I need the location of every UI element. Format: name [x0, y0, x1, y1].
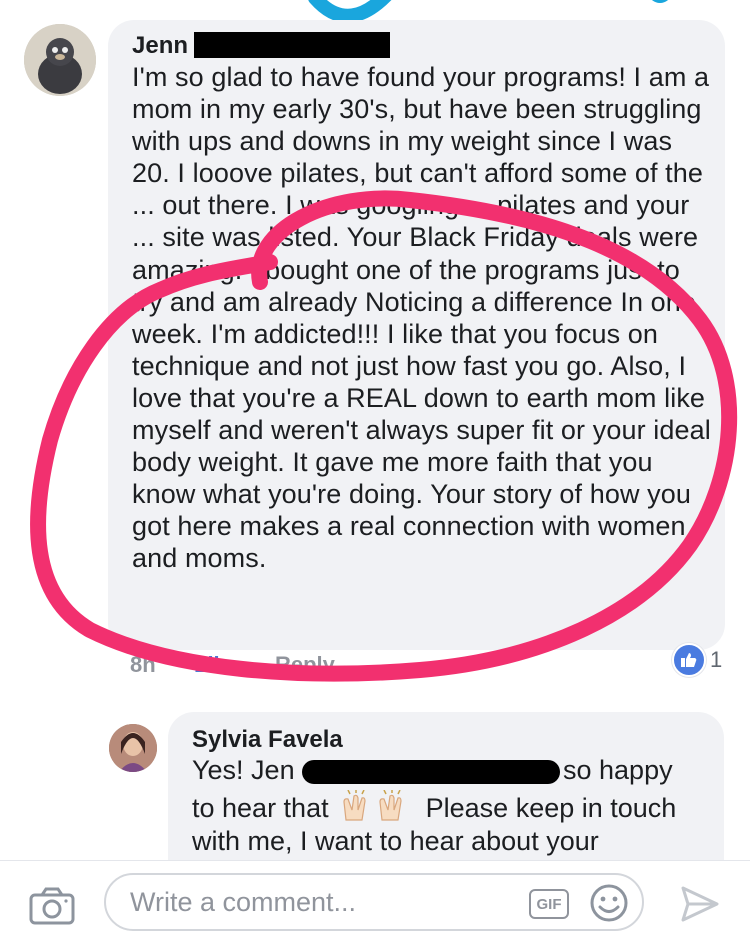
reply-line1-start: Yes! Jen [192, 755, 295, 785]
reply-line-3: with me, I want to hear about your [192, 824, 599, 858]
comment-bubble: Jenn I'm so glad to have found your prog… [108, 20, 725, 650]
reply-line1-end: so happy [563, 755, 673, 785]
reaction-count: 1 [710, 647, 723, 672]
gif-label: GIF [536, 895, 562, 913]
reply-button[interactable]: Reply [275, 652, 335, 678]
camera-icon[interactable] [28, 887, 76, 927]
top-decoration-right [652, 0, 668, 3]
reaction-summary[interactable]: 1 [672, 643, 722, 677]
avatar-image [24, 24, 96, 96]
comment-author[interactable]: Jenn [132, 32, 188, 60]
emoji-icon[interactable] [589, 883, 629, 923]
reply-line2-start: to hear that [192, 793, 329, 824]
avatar-image [109, 724, 157, 772]
reply-line2-end: Please keep in touch [425, 793, 677, 824]
gif-icon[interactable]: GIF [529, 889, 569, 919]
reply-author-avatar[interactable] [109, 724, 157, 772]
redacted-name [194, 32, 390, 58]
thumbs-up-icon [672, 643, 706, 677]
reply-line-1-end: so happy [563, 753, 673, 787]
reply-author[interactable]: Sylvia Favela [192, 726, 343, 754]
redacted-name [302, 760, 560, 784]
comment-composer: GIF [0, 860, 750, 938]
like-button[interactable]: Like [194, 652, 238, 678]
reply-line3: with me, I want to hear about your [192, 826, 599, 856]
comment-timestamp: 8h [130, 652, 156, 677]
comment-text: I'm so glad to have found your programs!… [132, 61, 712, 575]
commenter-avatar[interactable] [24, 24, 96, 96]
send-icon[interactable] [680, 885, 720, 923]
comment-text-content: I'm so glad to have found your programs!… [132, 62, 711, 574]
reply-line-1: Yes! Jen [192, 753, 295, 787]
